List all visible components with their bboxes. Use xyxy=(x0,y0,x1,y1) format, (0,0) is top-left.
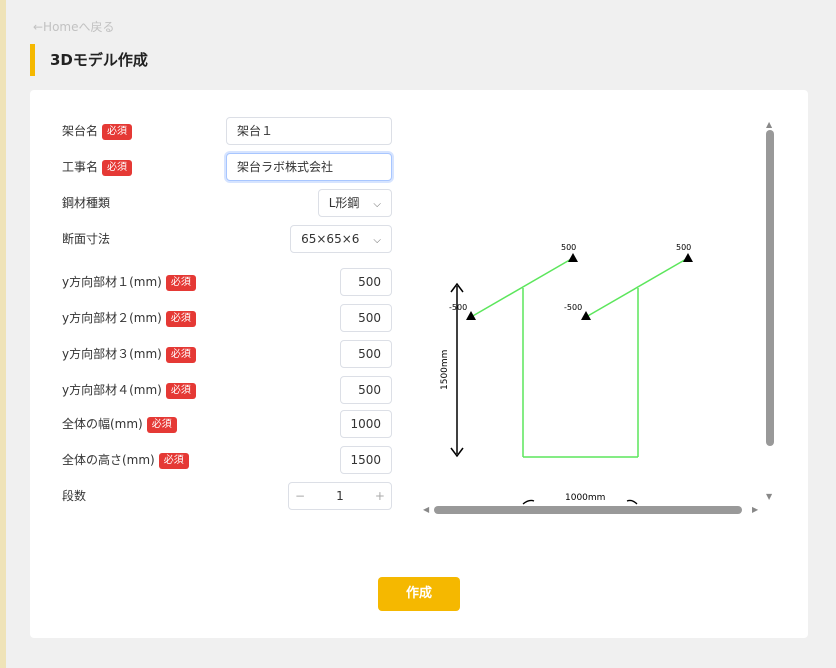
vertical-scrollbar[interactable] xyxy=(766,130,774,446)
decrement-button[interactable]: − xyxy=(295,489,305,503)
total-width-label: 全体の幅(mm) xyxy=(62,417,143,431)
required-badge: 必須 xyxy=(165,346,196,363)
stages-stepper[interactable]: − 1 + xyxy=(288,482,392,510)
project-name-label: 工事名 xyxy=(62,160,99,174)
scroll-down-icon[interactable]: ▼ xyxy=(766,492,772,501)
height-dimension-label: 1500mm xyxy=(440,350,450,390)
required-badge: 必須 xyxy=(165,382,196,399)
right-top-label: 500 xyxy=(676,243,691,252)
row-section-size: 断面寸法 65×65×6 ⌵ xyxy=(62,225,392,253)
horizontal-scrollbar[interactable] xyxy=(434,506,742,514)
window-edge xyxy=(0,0,6,668)
width-arc-left xyxy=(522,499,535,505)
left-top-member xyxy=(470,257,574,318)
support-marker xyxy=(568,253,578,262)
steel-type-label: 鋼材種類 xyxy=(62,196,111,210)
width-arc-right xyxy=(626,499,638,505)
row-total-height: 全体の高さ(mm) 必須 1500 xyxy=(62,446,392,474)
y-member-3-label: y方向部材３(mm) xyxy=(62,347,162,361)
back-home-link[interactable]: ←Homeへ戻る xyxy=(33,18,115,35)
y-member-1-input[interactable]: 500 xyxy=(340,268,392,296)
section-size-select[interactable]: 65×65×6 ⌵ xyxy=(290,225,392,253)
stages-value: 1 xyxy=(336,489,344,503)
y-member-3-input[interactable]: 500 xyxy=(340,340,392,368)
steel-type-select[interactable]: L形鋼 ⌵ xyxy=(317,189,392,217)
row-project-name: 工事名 必須 架台ラボ株式会社 xyxy=(62,153,392,181)
scroll-right-icon[interactable]: ▶ xyxy=(752,505,758,514)
required-badge: 必須 xyxy=(146,416,177,433)
title-accent-bar xyxy=(30,44,35,76)
page-title: 3Dモデル作成 xyxy=(50,51,148,69)
scroll-left-icon[interactable]: ◀ xyxy=(423,505,429,514)
required-badge: 必須 xyxy=(165,310,196,327)
increment-button[interactable]: + xyxy=(375,489,385,503)
row-stand-name: 架台名 必須 架台１ xyxy=(62,117,392,145)
y-member-1-label: y方向部材１(mm) xyxy=(62,275,162,289)
chevron-down-icon: ⌵ xyxy=(373,235,381,246)
create-button[interactable]: 作成 xyxy=(378,577,460,611)
stages-label: 段数 xyxy=(62,489,87,503)
total-height-label: 全体の高さ(mm) xyxy=(62,453,155,467)
row-total-width: 全体の幅(mm) 必須 1000 xyxy=(62,410,392,438)
row-y-member-1: y方向部材１(mm) 必須 500 xyxy=(62,268,392,296)
scroll-up-icon[interactable]: ▲ xyxy=(766,120,772,129)
chevron-down-icon: ⌵ xyxy=(373,199,381,210)
row-stages: 段数 − 1 + xyxy=(62,482,392,510)
total-height-input[interactable]: 1500 xyxy=(340,446,392,474)
stand-name-input[interactable]: 架台１ xyxy=(226,117,392,145)
y-member-2-input[interactable]: 500 xyxy=(340,304,392,332)
left-side-label: -500 xyxy=(449,303,467,312)
width-dimension-label: 1000mm xyxy=(565,493,605,503)
right-side-label: -500 xyxy=(564,303,582,312)
form-card: 架台名 必須 架台１ 工事名 必須 架台ラボ株式会社 鋼材種類 L形鋼 ⌵ 断面寸法 … xyxy=(30,90,808,638)
section-size-value: 65×65×6 xyxy=(301,232,360,246)
required-badge: 必須 xyxy=(102,123,133,140)
project-name-input[interactable]: 架台ラボ株式会社 xyxy=(226,153,392,181)
frame-lines xyxy=(470,257,689,458)
right-top-member xyxy=(585,257,689,318)
y-member-4-input[interactable]: 500 xyxy=(340,376,392,404)
steel-type-value: L形鋼 xyxy=(328,196,360,210)
y-member-4-label: y方向部材４(mm) xyxy=(62,383,162,397)
row-steel-type: 鋼材種類 L形鋼 ⌵ xyxy=(62,189,392,217)
y-member-2-label: y方向部材２(mm) xyxy=(62,311,162,325)
required-badge: 必須 xyxy=(165,274,196,291)
row-y-member-4: y方向部材４(mm) 必須 500 xyxy=(62,376,392,404)
model-preview: 500 -500 500 -500 1500mm 1000mm xyxy=(440,243,693,505)
required-badge: 必須 xyxy=(102,159,133,176)
stand-name-label: 架台名 xyxy=(62,124,99,138)
required-badge: 必須 xyxy=(158,452,189,469)
left-top-label: 500 xyxy=(561,243,576,252)
support-marker xyxy=(683,253,693,262)
total-width-input[interactable]: 1000 xyxy=(340,410,392,438)
row-y-member-2: y方向部材２(mm) 必須 500 xyxy=(62,304,392,332)
row-y-member-3: y方向部材３(mm) 必須 500 xyxy=(62,340,392,368)
section-size-label: 断面寸法 xyxy=(62,232,111,246)
